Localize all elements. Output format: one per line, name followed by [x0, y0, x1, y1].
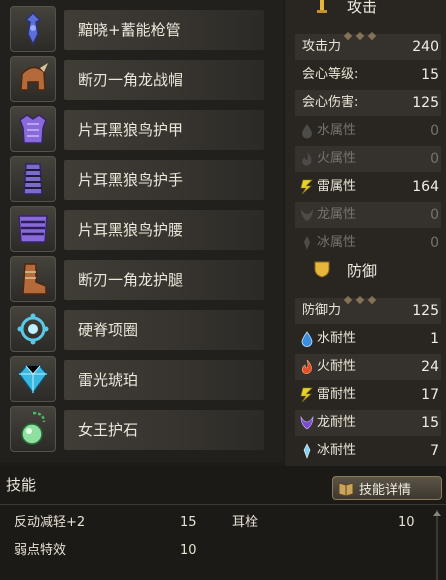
- stat-dragon-resistance: 龙耐性 15: [295, 410, 441, 436]
- stat-affinity: 会心等级: 15: [302, 67, 439, 83]
- equipment-name: 断刃一角龙护腿: [78, 271, 184, 289]
- skill-value: 10: [398, 515, 415, 530]
- equipment-slot-legs[interactable]: 断刃一角龙护腿: [0, 252, 283, 302]
- defense-header: 防御: [285, 258, 446, 284]
- equipment-name: 片耳黑狼鸟护腰: [78, 221, 184, 239]
- thunder-icon: [300, 179, 313, 195]
- gun-barrel-icon: [10, 6, 56, 52]
- stat-dragon-element: 龙属性 0: [295, 202, 441, 228]
- talisman-icon: [10, 406, 56, 452]
- charm-ring-icon: [10, 306, 56, 352]
- equipment-name: 片耳黑狼鸟护甲: [78, 121, 184, 139]
- skill-value: 15: [180, 515, 197, 530]
- skill-name: 弱点特效: [14, 543, 67, 558]
- stat-water-resistance: 水耐性 1: [295, 326, 441, 352]
- thunder-icon: [300, 387, 313, 403]
- stat-ice-element: 冰属性 0: [295, 230, 441, 256]
- stats-panel: 攻击 攻击力 240 会心等级: 15 会心伤害: 125 水属性 0 火属性 …: [285, 0, 446, 466]
- equipment-name: 硬脊项圈: [78, 321, 139, 339]
- equipment-name: 断刃一角龙战帽: [78, 71, 184, 89]
- skills-title: 技能: [6, 476, 37, 494]
- equipment-list: 黯晓+蓄能枪管 断刃一角龙战帽 片耳黑狼鸟护甲 片耳黑狼鸟护手 片耳黑狼鸟护腰: [0, 0, 283, 462]
- skill-value: 10: [180, 543, 197, 558]
- stat-fire-resistance: 火耐性 24: [295, 354, 441, 380]
- equipment-slot-talisman[interactable]: 女王护石: [0, 402, 283, 452]
- stat-water-element: 水属性 0: [295, 118, 441, 144]
- equipment-slot-weapon[interactable]: 黯晓+蓄能枪管: [0, 2, 283, 52]
- equipment-name: 女王护石: [78, 421, 139, 439]
- equipment-slot-waist[interactable]: 片耳黑狼鸟护腰: [0, 202, 283, 252]
- equipment-slot-arms[interactable]: 片耳黑狼鸟护手: [0, 152, 283, 202]
- skill-name: 反动减轻+2: [14, 515, 86, 530]
- attack-title: 攻击: [347, 0, 378, 16]
- waist-armor-icon: [10, 206, 56, 252]
- skill-details-button[interactable]: 技能详情: [332, 476, 442, 500]
- skill-details-label: 技能详情: [359, 482, 412, 498]
- gem-icon: [10, 356, 56, 402]
- stat-thunder-element: 雷属性 164: [295, 174, 441, 200]
- divider: [0, 504, 446, 505]
- helmet-icon: [10, 56, 56, 102]
- book-icon: [338, 482, 354, 497]
- fire-icon: [301, 359, 312, 374]
- stat-thunder-resistance: 雷耐性 17: [295, 382, 441, 408]
- stat-ice-resistance: 冰耐性 7: [295, 438, 441, 464]
- stat-crit-damage: 会心伤害: 125: [295, 90, 441, 116]
- skill-name: 耳栓: [232, 515, 259, 530]
- dragon-icon: [300, 415, 314, 430]
- shield-icon: [314, 261, 330, 278]
- equipment-slot-charm[interactable]: 硬脊项圈: [0, 302, 283, 352]
- skills-panel: 技能 技能详情 反动减轻+2 15 耳栓 10 弱点特效 10: [0, 466, 446, 580]
- water-drop-icon: [301, 331, 313, 347]
- scrollbar[interactable]: [432, 510, 442, 580]
- stat-fire-element: 火属性 0: [295, 146, 441, 172]
- equipment-slot-gem[interactable]: 雷光琥珀: [0, 352, 283, 402]
- dragon-icon: [301, 209, 313, 221]
- defense-title: 防御: [347, 262, 378, 280]
- stat-attack: 攻击力 240: [295, 34, 441, 60]
- stat-defense: 防御力 125: [295, 298, 441, 324]
- water-drop-icon: [302, 124, 312, 139]
- divider: [343, 24, 385, 41]
- attack-header: 攻击: [285, 0, 446, 20]
- fire-icon: [302, 152, 312, 166]
- equipment-name: 片耳黑狼鸟护手: [78, 171, 184, 189]
- equipment-slot-chest[interactable]: 片耳黑狼鸟护甲: [0, 102, 283, 152]
- divider: [343, 288, 385, 305]
- equipment-slot-head[interactable]: 断刃一角龙战帽: [0, 52, 283, 102]
- leg-armor-icon: [10, 256, 56, 302]
- ice-icon: [303, 443, 311, 459]
- ice-icon: [304, 236, 310, 250]
- chest-armor-icon: [10, 106, 56, 152]
- sword-icon: [317, 0, 327, 13]
- equipment-name: 雷光琥珀: [78, 371, 139, 389]
- equipment-name: 黯晓+蓄能枪管: [78, 21, 181, 39]
- gauntlet-icon: [10, 156, 56, 202]
